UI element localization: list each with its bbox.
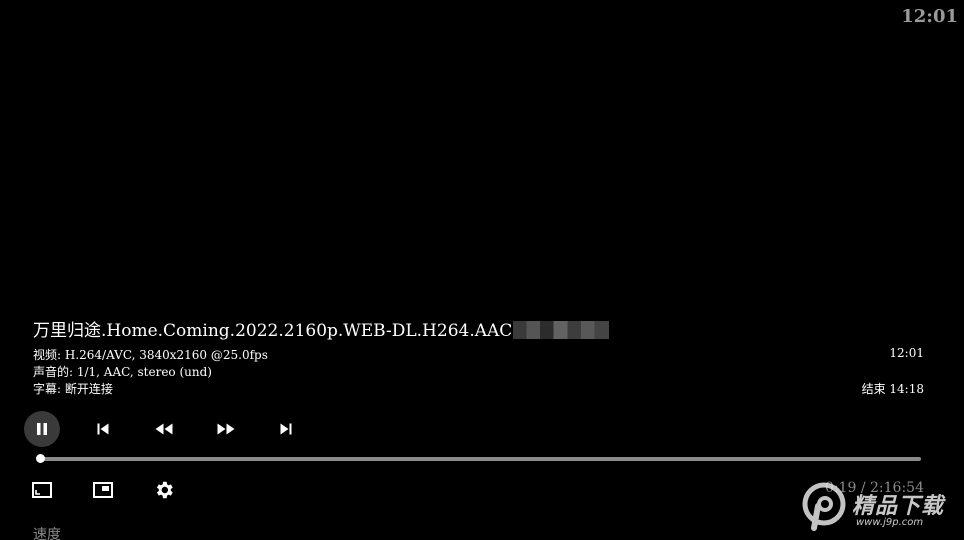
watermark-logo-icon bbox=[802, 482, 846, 531]
pause-button[interactable] bbox=[24, 411, 60, 447]
gear-icon bbox=[156, 481, 173, 499]
picture-in-picture-button[interactable] bbox=[85, 472, 121, 508]
picture-in-picture-icon bbox=[93, 482, 113, 498]
watermark-text: 精品下载 bbox=[852, 494, 945, 519]
skip-next-icon bbox=[280, 423, 292, 435]
status-clock: 12:01 bbox=[901, 6, 958, 27]
watermark-url: www.j9p.com bbox=[856, 517, 924, 528]
aspect-ratio-icon bbox=[32, 482, 52, 498]
fast-forward-button[interactable] bbox=[208, 411, 244, 447]
video-info: 视频: H.264/AVC, 3840x2160 @25.0fps bbox=[33, 348, 268, 362]
end-time: 结束 14:18 bbox=[861, 382, 924, 396]
skip-previous-button[interactable] bbox=[85, 411, 121, 447]
rewind-button[interactable] bbox=[146, 411, 182, 447]
media-title-text: 万里归途.Home.Coming.2022.2160p.WEB-DL.H264.… bbox=[33, 321, 513, 341]
skip-previous-icon bbox=[97, 423, 109, 435]
subtitle-info: 字幕: 断开连接 bbox=[33, 382, 113, 396]
skip-next-button[interactable] bbox=[268, 411, 304, 447]
media-title: 万里归途.Home.Coming.2022.2160p.WEB-DL.H264.… bbox=[33, 316, 610, 341]
redacted-text-blur bbox=[513, 321, 610, 339]
settings-button[interactable] bbox=[146, 472, 182, 508]
seek-bar[interactable] bbox=[36, 454, 921, 463]
current-clock: 12:01 bbox=[889, 346, 924, 360]
seek-bar-thumb[interactable] bbox=[36, 454, 46, 463]
pause-icon bbox=[37, 423, 47, 435]
speed-menu-item[interactable]: 速度 bbox=[33, 524, 61, 540]
audio-info: 声音的: 1/1, AAC, stereo (und) bbox=[33, 365, 212, 379]
fast-forward-icon bbox=[217, 423, 235, 435]
aspect-ratio-button[interactable] bbox=[24, 472, 60, 508]
video-player-screen[interactable]: 12:01 万里归途.Home.Coming.2022.2160p.WEB-DL… bbox=[0, 0, 964, 540]
rewind-icon bbox=[155, 423, 173, 435]
site-watermark: 精品下载 www.j9p.com bbox=[802, 480, 958, 536]
